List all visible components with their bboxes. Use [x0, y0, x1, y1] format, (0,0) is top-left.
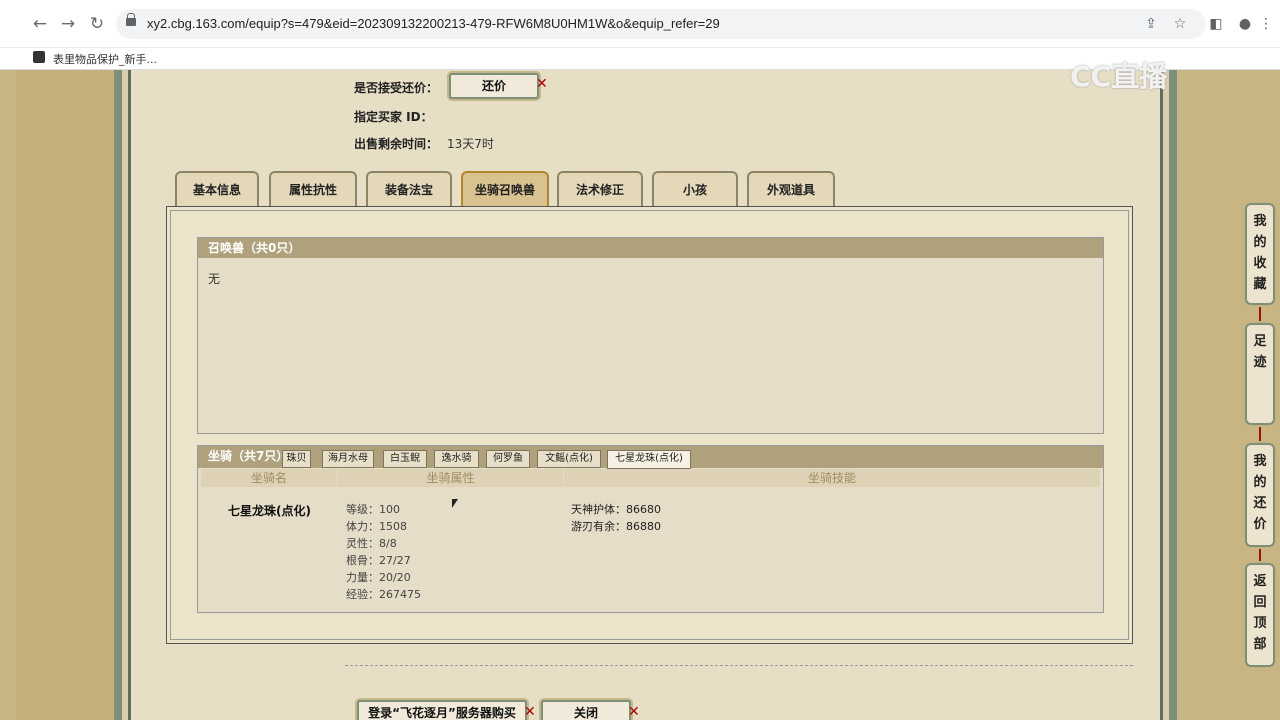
mount-skill: 天神护体：86680 — [571, 503, 661, 516]
mount-tab[interactable]: 海月水母 — [322, 450, 374, 468]
tab-equipment[interactable]: 装备法宝 — [366, 171, 452, 207]
close-x-icon: ✕ — [536, 76, 548, 92]
tab-attributes[interactable]: 属性抗性 — [269, 171, 357, 207]
time-left-label: 出售剩余时间： — [354, 137, 439, 151]
forward-arrow-icon[interactable]: → — [56, 12, 80, 36]
tab-panel: 召唤兽（共0只） 无 坐骑（共7只） 珠贝 海月水母 白玉鲵 逸水骑 何罗鱼 文… — [166, 206, 1133, 644]
address-bar[interactable]: xy2.cbg.163.com/equip?s=479&eid=20230913… — [116, 9, 1206, 39]
menu-icon[interactable]: ⋮ — [1256, 14, 1276, 34]
right-pillar — [1169, 70, 1177, 720]
close-button[interactable]: 关闭 — [541, 700, 631, 720]
col-mount-name: 坐骑名 — [201, 469, 337, 487]
mounts-header-text: 坐骑（共7只） — [208, 449, 289, 463]
mount-attr-root: 根骨：27/27 — [346, 554, 411, 567]
back-arrow-icon[interactable]: ← — [28, 12, 52, 36]
side-favorites-button[interactable]: 我的收藏 — [1245, 203, 1275, 305]
side-history-button[interactable]: 足迹 — [1245, 323, 1275, 425]
col-mount-skills: 坐骑技能 — [564, 469, 1100, 487]
col-mount-attributes: 坐骑属性 — [338, 469, 563, 487]
time-left-value: 13天7时 — [447, 137, 494, 151]
side-connector — [1259, 307, 1261, 321]
mount-tab[interactable]: 珠贝 — [282, 450, 311, 468]
login-buy-button[interactable]: 登录“飞花逐月”服务器购买 — [357, 700, 527, 720]
close-x-icon: ✕ — [524, 704, 536, 720]
tab-basic-info[interactable]: 基本信息 — [175, 171, 259, 207]
tab-mounts-summons[interactable]: 坐骑召唤兽 — [461, 171, 549, 207]
side-nav-label: 返回顶部 — [1253, 574, 1267, 652]
mount-attr-spirit: 灵性：8/8 — [346, 537, 397, 550]
mount-tab-active[interactable]: 七星龙珠(点化) — [607, 450, 691, 469]
sidebar-toggle-icon[interactable]: ◧ — [1206, 14, 1226, 34]
mount-tab[interactable]: 逸水骑 — [434, 450, 479, 468]
side-nav-label: 足迹 — [1253, 334, 1267, 370]
left-pillar — [114, 70, 122, 720]
bookmark-item[interactable]: 表里物品保护_新手... — [53, 51, 157, 67]
side-connector — [1259, 427, 1261, 441]
close-x-icon: ✕ — [628, 704, 640, 720]
share-icon[interactable]: ⇪ — [1142, 15, 1160, 33]
tab-spell-mods[interactable]: 法术修正 — [557, 171, 643, 207]
tab-appearance[interactable]: 外观道具 — [747, 171, 835, 207]
main-content: 是否接受还价： 还价 ✕ 指定买家 ID： 出售剩余时间： 13天7时 基本信息… — [131, 70, 1160, 720]
mount-attr-exp: 经验：267475 — [346, 588, 421, 601]
tab-children[interactable]: 小孩 — [652, 171, 738, 207]
mounts-section: 坐骑（共7只） 珠贝 海月水母 白玉鲵 逸水骑 何罗鱼 文鳐(点化) 七星龙珠(… — [197, 445, 1104, 613]
accept-counter-label: 是否接受还价： — [354, 81, 439, 95]
url-text[interactable]: xy2.cbg.163.com/equip?s=479&eid=20230913… — [147, 16, 720, 31]
side-nav-label: 我的还价 — [1253, 454, 1267, 532]
side-nav-label: 我的收藏 — [1253, 214, 1267, 292]
mouse-cursor-icon — [452, 499, 458, 508]
mount-tab[interactable]: 白玉鲵 — [383, 450, 427, 468]
page-background: 是否接受还价： 还价 ✕ 指定买家 ID： 出售剩余时间： 13天7时 基本信息… — [0, 70, 1280, 720]
lock-icon — [126, 13, 136, 26]
browser-toolbar: ← → ↻ xy2.cbg.163.com/equip?s=479&eid=20… — [0, 0, 1280, 48]
mount-tab[interactable]: 何罗鱼 — [486, 450, 530, 468]
summons-empty-text: 无 — [208, 272, 221, 286]
counter-offer-button[interactable]: 还价 — [449, 73, 539, 99]
side-connector — [1259, 549, 1261, 561]
divider — [345, 665, 1133, 666]
mount-skill: 游刃有余：86880 — [571, 520, 661, 533]
star-icon[interactable]: ☆ — [1171, 15, 1189, 33]
profile-icon[interactable]: ● — [1235, 14, 1255, 34]
mount-tab[interactable]: 文鳐(点化) — [537, 450, 601, 468]
reload-icon[interactable]: ↻ — [85, 12, 109, 36]
mount-attr-stamina: 体力：1508 — [346, 520, 407, 533]
left-decoration — [16, 70, 114, 720]
mount-name: 七星龙珠(点化) — [228, 504, 311, 518]
side-my-offers-button[interactable]: 我的还价 — [1245, 443, 1275, 547]
summons-header: 召唤兽（共0只） — [198, 238, 1103, 258]
bookmark-favicon-icon — [33, 51, 45, 63]
mount-attr-strength: 力量：20/20 — [346, 571, 411, 584]
buyer-id-label: 指定买家 ID： — [354, 110, 433, 124]
watermark-logo: CC直播 — [1070, 60, 1168, 93]
mount-attr-level: 等级：100 — [346, 503, 400, 516]
side-back-to-top-button[interactable]: 返回顶部 — [1245, 563, 1275, 667]
summons-section: 召唤兽（共0只） 无 — [197, 237, 1104, 434]
